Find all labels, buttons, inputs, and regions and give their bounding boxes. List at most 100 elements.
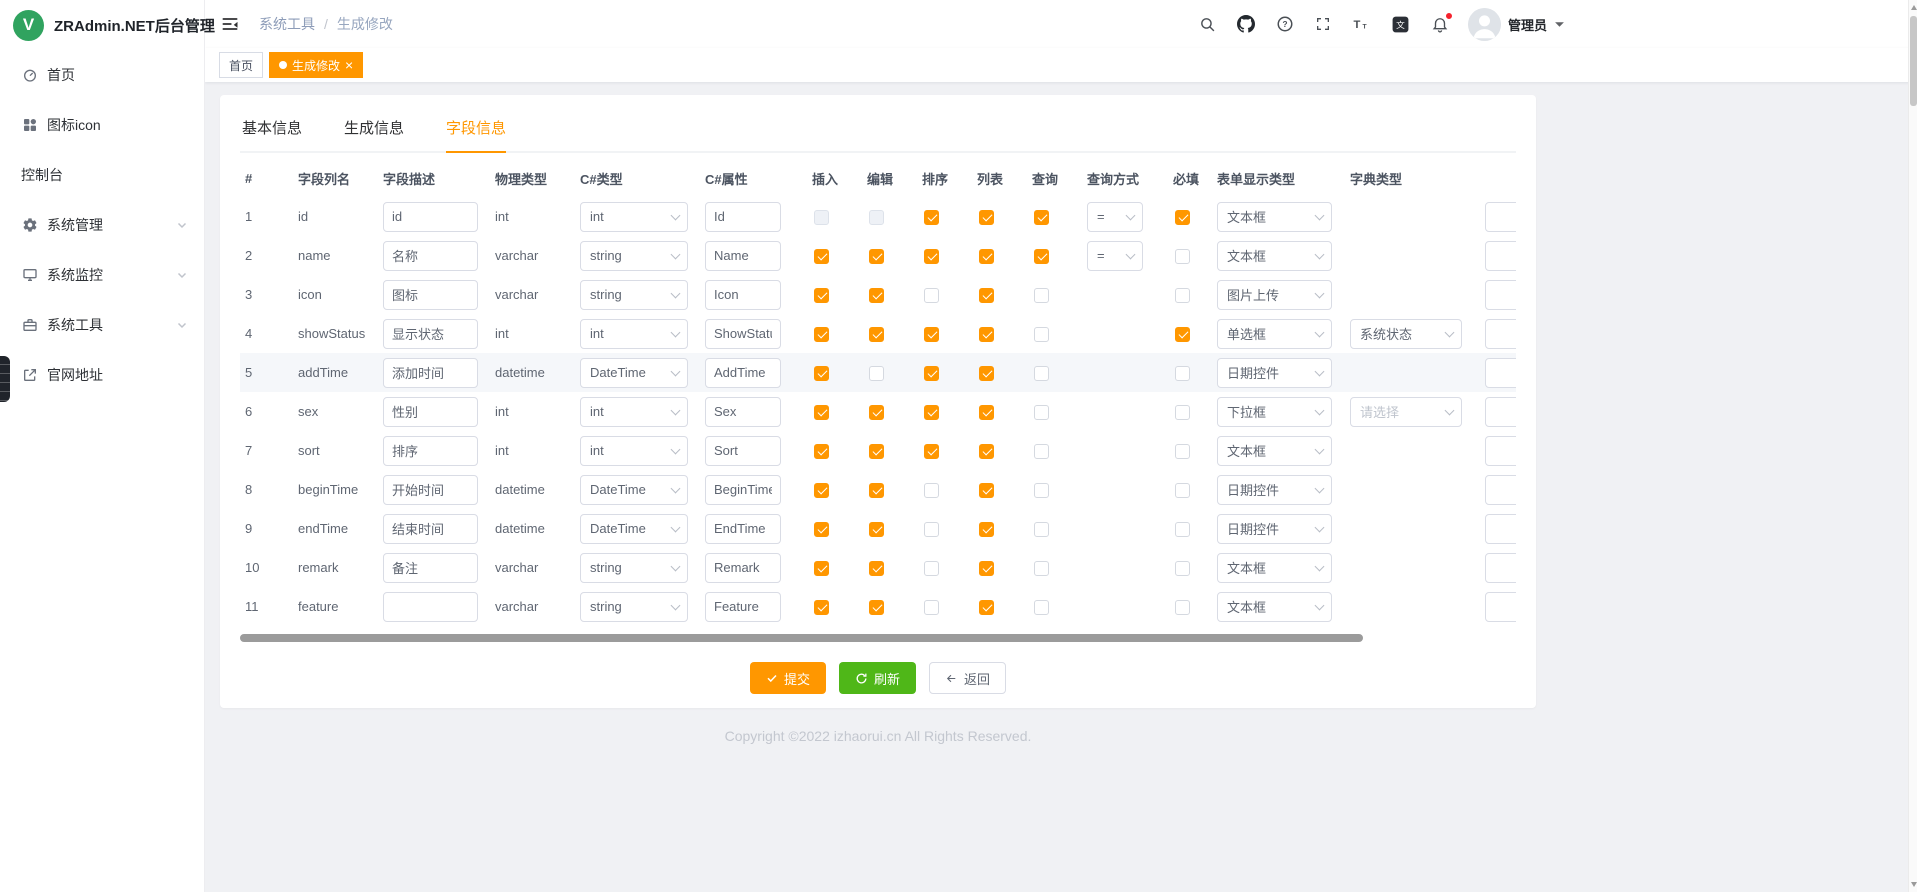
- insert-checkbox[interactable]: [814, 600, 829, 615]
- list-checkbox[interactable]: [979, 405, 994, 420]
- display-type-select[interactable]: 文本框: [1217, 592, 1332, 622]
- extra-input[interactable]: [1485, 475, 1516, 505]
- csharp-attr-input[interactable]: [705, 553, 781, 583]
- list-checkbox[interactable]: [979, 522, 994, 537]
- csharp-type-select[interactable]: int: [580, 397, 688, 427]
- edit-checkbox[interactable]: [869, 600, 884, 615]
- query-checkbox[interactable]: [1034, 522, 1049, 537]
- nav-tag[interactable]: 生成修改×: [269, 52, 363, 78]
- query-checkbox[interactable]: [1034, 405, 1049, 420]
- display-type-select[interactable]: 单选框: [1217, 319, 1332, 349]
- language-icon[interactable]: 文: [1391, 15, 1410, 34]
- csharp-type-select[interactable]: string: [580, 553, 688, 583]
- required-checkbox[interactable]: [1175, 600, 1190, 615]
- required-checkbox[interactable]: [1175, 249, 1190, 264]
- display-type-select[interactable]: 日期控件: [1217, 475, 1332, 505]
- display-type-select[interactable]: 日期控件: [1217, 514, 1332, 544]
- menu-fold-icon[interactable]: [220, 14, 240, 34]
- csharp-type-select[interactable]: string: [580, 241, 688, 271]
- insert-checkbox[interactable]: [814, 210, 829, 225]
- insert-checkbox[interactable]: [814, 327, 829, 342]
- edit-checkbox[interactable]: [869, 249, 884, 264]
- fullscreen-icon[interactable]: [1315, 16, 1331, 32]
- sort-checkbox[interactable]: [924, 288, 939, 303]
- dict-type-select[interactable]: 请选择: [1350, 397, 1462, 427]
- display-type-select[interactable]: 文本框: [1217, 241, 1332, 271]
- column-desc-input[interactable]: [383, 202, 478, 232]
- list-checkbox[interactable]: [979, 210, 994, 225]
- extra-input[interactable]: [1485, 514, 1516, 544]
- list-checkbox[interactable]: [979, 366, 994, 381]
- column-desc-input[interactable]: [383, 436, 478, 466]
- csharp-attr-input[interactable]: [705, 358, 781, 388]
- sidebar-item-system-manage[interactable]: 系统管理: [0, 200, 204, 250]
- display-type-select[interactable]: 下拉框: [1217, 397, 1332, 427]
- csharp-attr-input[interactable]: [705, 202, 781, 232]
- required-checkbox[interactable]: [1175, 405, 1190, 420]
- tab-field-info[interactable]: 字段信息: [446, 117, 506, 151]
- extra-input[interactable]: [1485, 436, 1516, 466]
- query-type-select[interactable]: =: [1087, 241, 1143, 271]
- scroll-down-icon[interactable]: [1909, 877, 1917, 891]
- edit-checkbox[interactable]: [869, 561, 884, 576]
- close-icon[interactable]: ×: [345, 58, 353, 72]
- insert-checkbox[interactable]: [814, 522, 829, 537]
- display-type-select[interactable]: 文本框: [1217, 553, 1332, 583]
- display-type-select[interactable]: 文本框: [1217, 436, 1332, 466]
- sort-checkbox[interactable]: [924, 366, 939, 381]
- query-checkbox[interactable]: [1034, 366, 1049, 381]
- query-checkbox[interactable]: [1034, 600, 1049, 615]
- csharp-type-select[interactable]: string: [580, 280, 688, 310]
- sort-checkbox[interactable]: [924, 600, 939, 615]
- insert-checkbox[interactable]: [814, 366, 829, 381]
- font-size-icon[interactable]: TT: [1352, 15, 1370, 33]
- csharp-attr-input[interactable]: [705, 436, 781, 466]
- sidebar-item-console[interactable]: 控制台: [0, 150, 204, 200]
- edit-checkbox[interactable]: [869, 483, 884, 498]
- insert-checkbox[interactable]: [814, 288, 829, 303]
- column-desc-input[interactable]: [383, 397, 478, 427]
- column-desc-input[interactable]: [383, 475, 478, 505]
- sidebar-item-home[interactable]: 首页: [0, 50, 204, 100]
- edit-checkbox[interactable]: [869, 366, 884, 381]
- required-checkbox[interactable]: [1175, 210, 1190, 225]
- horizontal-scrollbar[interactable]: [240, 634, 1516, 642]
- breadcrumb-item[interactable]: 系统工具: [259, 14, 315, 34]
- csharp-type-select[interactable]: int: [580, 436, 688, 466]
- insert-checkbox[interactable]: [814, 249, 829, 264]
- sidebar-item-icons[interactable]: 图标icon: [0, 100, 204, 150]
- display-type-select[interactable]: 日期控件: [1217, 358, 1332, 388]
- sort-checkbox[interactable]: [924, 561, 939, 576]
- list-checkbox[interactable]: [979, 561, 994, 576]
- extra-input[interactable]: [1485, 202, 1516, 232]
- sort-checkbox[interactable]: [924, 444, 939, 459]
- column-desc-input[interactable]: [383, 241, 478, 271]
- extra-input[interactable]: [1485, 553, 1516, 583]
- csharp-attr-input[interactable]: [705, 397, 781, 427]
- insert-checkbox[interactable]: [814, 483, 829, 498]
- insert-checkbox[interactable]: [814, 444, 829, 459]
- list-checkbox[interactable]: [979, 249, 994, 264]
- csharp-type-select[interactable]: DateTime: [580, 358, 688, 388]
- sort-checkbox[interactable]: [924, 249, 939, 264]
- query-checkbox[interactable]: [1034, 249, 1049, 264]
- submit-button[interactable]: 提交: [750, 662, 826, 694]
- csharp-attr-input[interactable]: [705, 475, 781, 505]
- list-checkbox[interactable]: [979, 327, 994, 342]
- csharp-type-select[interactable]: DateTime: [580, 475, 688, 505]
- list-checkbox[interactable]: [979, 600, 994, 615]
- column-desc-input[interactable]: [383, 280, 478, 310]
- csharp-attr-input[interactable]: [705, 592, 781, 622]
- notification-icon[interactable]: [1431, 15, 1449, 33]
- user-menu[interactable]: 管理员: [1468, 8, 1565, 41]
- csharp-type-select[interactable]: int: [580, 202, 688, 232]
- list-checkbox[interactable]: [979, 444, 994, 459]
- refresh-button[interactable]: 刷新: [839, 662, 916, 694]
- display-type-select[interactable]: 文本框: [1217, 202, 1332, 232]
- sort-checkbox[interactable]: [924, 522, 939, 537]
- required-checkbox[interactable]: [1175, 561, 1190, 576]
- sidebar-item-system-tools[interactable]: 系统工具: [0, 300, 204, 350]
- extra-input[interactable]: [1485, 592, 1516, 622]
- extra-input[interactable]: [1485, 241, 1516, 271]
- sort-checkbox[interactable]: [924, 210, 939, 225]
